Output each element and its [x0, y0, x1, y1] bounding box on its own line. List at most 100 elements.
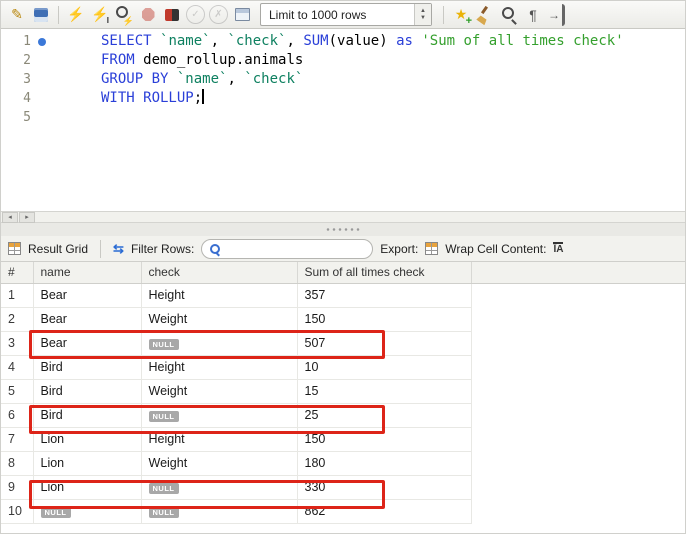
find-icon[interactable] — [498, 4, 520, 26]
column-header-sum[interactable]: Sum of all times check — [297, 262, 472, 284]
toolbar-separator — [443, 5, 444, 24]
cell-name[interactable]: Lion — [33, 475, 142, 500]
cell-name[interactable]: Lion — [33, 451, 142, 476]
cell-check[interactable]: Height — [141, 283, 298, 308]
cell-filler — [471, 475, 685, 499]
result-grid: # name check Sum of all times check 1 Bear Hei… — [1, 262, 685, 533]
null-badge: NULL — [148, 410, 179, 423]
code-text: SELECT `name`, `check`, SUM(value) as 'S… — [101, 33, 624, 49]
execute-script-icon[interactable]: ⚡ — [65, 4, 87, 26]
cell-sum[interactable]: 507 — [297, 331, 472, 356]
cell-name[interactable]: Bird — [33, 403, 142, 428]
splitter-grip-icon — [325, 228, 361, 231]
stop-query-icon[interactable] — [137, 4, 159, 26]
filter-rows-input[interactable] — [226, 240, 386, 257]
search-icon — [209, 243, 221, 255]
scrollbar-track[interactable] — [35, 212, 685, 222]
cell-name[interactable]: Bear — [33, 283, 142, 308]
row-number-cell[interactable]: 3 — [1, 331, 34, 356]
commit-icon[interactable]: ✓ — [186, 5, 205, 24]
show-invisibles-icon[interactable]: ¶ — [522, 4, 544, 26]
cell-filler — [471, 427, 685, 451]
row-number-cell[interactable]: 2 — [1, 307, 34, 332]
column-header-name[interactable]: name — [33, 262, 142, 284]
cell-check[interactable]: NULL — [141, 499, 298, 524]
cell-check[interactable]: Height — [141, 427, 298, 452]
cell-name[interactable]: Bear — [33, 307, 142, 332]
rollback-icon[interactable]: ✗ — [209, 5, 228, 24]
cell-filler — [471, 331, 685, 355]
scroll-right-button[interactable]: ▸ — [19, 211, 35, 223]
row-number-cell[interactable]: 1 — [1, 283, 34, 308]
cell-check[interactable]: NULL — [141, 403, 298, 428]
cell-sum[interactable]: 150 — [297, 427, 472, 452]
row-number-cell[interactable]: 7 — [1, 427, 34, 452]
cell-check[interactable]: NULL — [141, 475, 298, 500]
cell-name[interactable]: Lion — [33, 427, 142, 452]
scroll-left-button[interactable]: ◂ — [2, 211, 18, 223]
column-header-check[interactable]: check — [141, 262, 298, 284]
table-row: 4 Bird Height 10 — [1, 355, 685, 380]
row-number-cell[interactable]: 6 — [1, 403, 34, 428]
code-text: WITH ROLLUP; — [101, 89, 205, 106]
cell-sum[interactable]: 10 — [297, 355, 472, 380]
cell-name[interactable]: Bird — [33, 379, 142, 404]
editor-horizontal-scrollbar[interactable]: ◂ ▸ — [1, 211, 685, 223]
cell-sum[interactable]: 357 — [297, 283, 472, 308]
cell-sum[interactable]: 180 — [297, 451, 472, 476]
refresh-icon[interactable]: ⇆ — [113, 241, 124, 257]
cell-name[interactable]: NULL — [33, 499, 142, 524]
limit-rows-dropdown[interactable]: Limit to 1000 rows ▲ ▼ — [260, 3, 432, 26]
sql-editor[interactable]: 1 SELECT `name`, `check`, SUM(value) as '… — [1, 29, 685, 211]
explain-plan-icon[interactable] — [113, 4, 135, 27]
text-cursor — [202, 89, 205, 104]
sql-editor-toolbar: ✎ ⚡⚡ ✓✗ Limit to 1000 rows ▲▼ ★ ¶→ — [1, 1, 685, 29]
cell-check[interactable]: Height — [141, 355, 298, 380]
cell-name[interactable]: Bear — [33, 331, 142, 356]
cell-filler — [471, 307, 685, 331]
save-script-icon[interactable] — [30, 4, 52, 26]
code-text: FROM demo_rollup.animals — [101, 52, 304, 68]
stop-on-error-toggle-icon[interactable] — [161, 4, 183, 26]
table-row: 10 NULL NULL 862 — [1, 499, 685, 524]
toggle-wrap-icon[interactable]: → — [546, 3, 565, 26]
line-number: 4 — [23, 91, 31, 106]
save-snippet-icon[interactable]: ★ — [450, 4, 472, 27]
cell-check[interactable]: NULL — [141, 331, 298, 356]
table-row: 6 Bird NULL 25 — [1, 403, 685, 428]
row-number-cell[interactable]: 5 — [1, 379, 34, 404]
cell-sum[interactable]: 150 — [297, 307, 472, 332]
filter-rows-label: Filter Rows: — [130, 241, 195, 256]
row-number-cell[interactable]: 4 — [1, 355, 34, 380]
cell-check[interactable]: Weight — [141, 451, 298, 476]
limit-rows-spinner[interactable]: ▲ ▼ — [414, 4, 431, 25]
new-sql-tab-icon[interactable]: ✎ — [6, 4, 28, 26]
result-grid-toolbar: Result Grid ⇆ Filter Rows: Export: Wrap … — [1, 236, 685, 262]
cell-name[interactable]: Bird — [33, 355, 142, 380]
line-number: 5 — [23, 110, 31, 125]
table-row: 1 Bear Height 357 — [1, 283, 685, 308]
cell-sum[interactable]: 15 — [297, 379, 472, 404]
panel-splitter[interactable] — [1, 223, 685, 236]
cell-sum[interactable]: 330 — [297, 475, 472, 500]
execute-statement-icon[interactable]: ⚡ — [89, 4, 111, 26]
cell-check[interactable]: Weight — [141, 307, 298, 332]
autocommit-toggle-icon[interactable] — [231, 4, 253, 26]
row-number-cell[interactable]: 8 — [1, 451, 34, 476]
beautify-query-icon[interactable] — [474, 4, 496, 26]
table-row: 8 Lion Weight 180 — [1, 451, 685, 476]
cell-check[interactable]: Weight — [141, 379, 298, 404]
export-recordset-icon[interactable] — [425, 242, 439, 255]
cell-sum[interactable]: 25 — [297, 403, 472, 428]
wrap-cell-content-icon[interactable]: ĪA — [553, 242, 564, 255]
code-line: 4 WITH ROLLUP; — [1, 89, 685, 108]
export-label: Export: — [380, 241, 419, 256]
cell-filler — [471, 451, 685, 475]
row-number-cell[interactable]: 10 — [1, 499, 34, 524]
row-number-cell[interactable]: 9 — [1, 475, 34, 500]
filter-rows-searchbox[interactable] — [201, 238, 386, 259]
cell-sum[interactable]: 862 — [297, 499, 472, 524]
code-line: 3 GROUP BY `name`, `check` — [1, 70, 685, 89]
column-header-num[interactable]: # — [1, 262, 34, 284]
wrap-cell-content-label: Wrap Cell Content: — [445, 241, 547, 256]
